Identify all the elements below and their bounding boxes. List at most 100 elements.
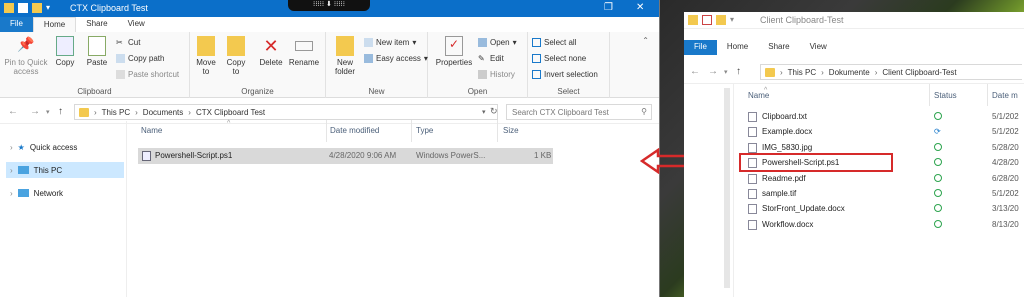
sort-up-icon: ^ (227, 120, 231, 127)
column-date[interactable]: Date m (992, 91, 1018, 100)
tab-home[interactable]: Home (717, 40, 758, 55)
pin-quick-access-button[interactable]: 📌 Pin to Quick access (3, 36, 49, 76)
tab-view[interactable]: View (118, 17, 155, 32)
copy-button[interactable]: Copy (53, 36, 77, 67)
tab-share[interactable]: Share (76, 17, 117, 32)
copy-label: Copy (55, 58, 75, 67)
list-item[interactable]: Workflow.docx 8/13/20 (746, 218, 1024, 232)
up-icon[interactable]: ↑ (736, 66, 741, 77)
column-name[interactable]: Name (141, 126, 162, 135)
copy-path-icon (116, 54, 125, 63)
ribbon-tabs: File Home Share View (684, 40, 1024, 56)
synced-status-icon (934, 189, 942, 197)
column-name[interactable]: Name (748, 91, 769, 100)
search-input[interactable]: Search CTX Clipboard Test ⚲ (506, 104, 652, 120)
file-name: StorFront_Update.docx (762, 204, 845, 214)
tab-file[interactable]: File (684, 40, 717, 55)
column-size[interactable]: Size (503, 126, 519, 135)
session-toolbar[interactable]: ⁝⁝⁝⁝⁝ ⬇ ⁝⁝⁝⁝⁝ (288, 0, 370, 11)
properties-icon[interactable] (18, 3, 28, 13)
restore-icon[interactable]: ❐ (604, 2, 613, 13)
list-item[interactable]: Example.docx ⟳ 5/1/202 (746, 125, 1024, 139)
new-folder-icon[interactable] (716, 15, 726, 25)
copy-path-button[interactable]: Copy path (116, 54, 164, 63)
list-item[interactable]: sample.tif 5/1/202 (746, 187, 1024, 201)
invert-selection-button[interactable]: Invert selection (532, 70, 598, 79)
edit-button[interactable]: ✎ Edit (478, 54, 504, 63)
back-icon[interactable]: ← (690, 66, 700, 77)
new-folder-label: New folder (334, 58, 355, 76)
back-icon[interactable]: ← (8, 106, 18, 117)
copy-path-label: Copy path (128, 54, 165, 63)
open-label: Open (490, 38, 510, 47)
expand-icon[interactable]: › (10, 143, 13, 152)
paste-shortcut-button[interactable]: Paste shortcut (116, 70, 179, 79)
select-none-button[interactable]: Select none (532, 54, 586, 63)
qat-dropdown-icon[interactable]: ▾ (730, 15, 734, 25)
up-icon[interactable]: ↑ (58, 106, 63, 117)
group-clipboard: 📌 Pin to Quick access Copy Paste ✂ Cut Cop… (0, 32, 190, 98)
file-row[interactable]: Powershell-Script.ps1 4/28/2020 9:06 AM … (138, 148, 553, 164)
recent-dropdown-icon[interactable]: ▾ (724, 68, 728, 76)
red-arrow-annotation (640, 148, 688, 174)
expand-icon[interactable]: › (10, 166, 13, 175)
close-icon[interactable]: ✕ (636, 2, 644, 13)
breadcrumb-folder[interactable]: Client Clipboard-Test (882, 68, 956, 77)
breadcrumb-folder[interactable]: CTX Clipboard Test (196, 108, 265, 117)
list-item[interactable]: Readme.pdf 6/28/20 (746, 172, 1024, 186)
nav-item-network[interactable]: › Network (6, 185, 124, 201)
delete-icon: ✕ (263, 36, 279, 56)
history-button[interactable]: History (478, 70, 515, 79)
list-item[interactable]: StorFront_Update.docx 3/13/20 (746, 202, 1024, 216)
new-item-button[interactable]: New item ▾ (364, 38, 416, 47)
tab-home[interactable]: Home (32, 17, 77, 32)
title-bar: ▾ CTX Clipboard Test ⁝⁝⁝⁝⁝ ⬇ ⁝⁝⁝⁝⁝ ❐ ✕ (0, 0, 659, 17)
move-to-button[interactable]: Move to (194, 36, 218, 76)
forward-icon[interactable]: → (30, 106, 40, 117)
syncing-status-icon: ⟳ (934, 127, 941, 137)
rename-button[interactable]: Rename (288, 36, 320, 67)
open-button[interactable]: Open ▾ (478, 38, 517, 47)
new-folder-icon[interactable] (32, 3, 42, 13)
qat-dropdown-icon[interactable]: ▾ (46, 3, 50, 13)
new-folder-button[interactable]: New folder (330, 36, 360, 76)
column-divider (326, 120, 327, 142)
nav-item-this-pc[interactable]: › This PC (6, 162, 124, 178)
easy-access-button[interactable]: Easy access ▾ (364, 54, 428, 63)
select-all-button[interactable]: Select all (532, 38, 576, 47)
nav-item-quick-access[interactable]: › ★ Quick access (6, 139, 124, 155)
file-type: Windows PowerS... (416, 151, 486, 160)
column-type[interactable]: Type (416, 126, 433, 135)
select-all-label: Select all (544, 38, 577, 47)
address-dropdown-icon[interactable]: ▾ (482, 108, 486, 116)
breadcrumb-this-pc[interactable]: This PC (102, 108, 130, 117)
cut-button[interactable]: ✂ Cut (116, 38, 140, 47)
paste-button[interactable]: Paste (84, 36, 110, 67)
breadcrumb-dokumente[interactable]: Dokumente (829, 68, 870, 77)
pin-icon: 📌 (17, 36, 35, 52)
address-bar[interactable]: › This PC › Dokumente › Client Clipboard… (760, 64, 1022, 80)
tab-file[interactable]: File (0, 17, 33, 32)
expand-icon[interactable]: › (10, 189, 13, 198)
collapse-ribbon-icon[interactable]: ⌃ (642, 36, 649, 45)
delete-button[interactable]: ✕ Delete (258, 36, 284, 67)
breadcrumb-documents[interactable]: Documents (143, 108, 183, 117)
refresh-icon[interactable]: ↻ (490, 106, 498, 117)
column-date-modified[interactable]: Date modified (330, 126, 379, 135)
breadcrumb-this-pc[interactable]: This PC (788, 68, 816, 77)
open-icon (478, 38, 487, 47)
tab-view[interactable]: View (800, 40, 837, 55)
forward-icon[interactable]: → (708, 66, 718, 77)
select-none-icon (532, 54, 541, 63)
list-item[interactable]: Clipboard.txt 5/1/202 (746, 110, 1024, 124)
properties-button[interactable]: ✓ Properties (432, 36, 476, 67)
recent-dropdown-icon[interactable]: ▾ (46, 108, 50, 116)
column-status[interactable]: Status (934, 91, 957, 100)
properties-icon[interactable] (702, 15, 712, 25)
nav-label: Quick access (29, 142, 78, 152)
scrollbar[interactable] (724, 88, 730, 288)
address-bar[interactable]: › This PC › Documents › CTX Clipboard Te… (74, 104, 498, 120)
breadcrumb-separator: › (874, 67, 878, 77)
copy-to-button[interactable]: Copy to (224, 36, 248, 76)
tab-share[interactable]: Share (758, 40, 799, 55)
